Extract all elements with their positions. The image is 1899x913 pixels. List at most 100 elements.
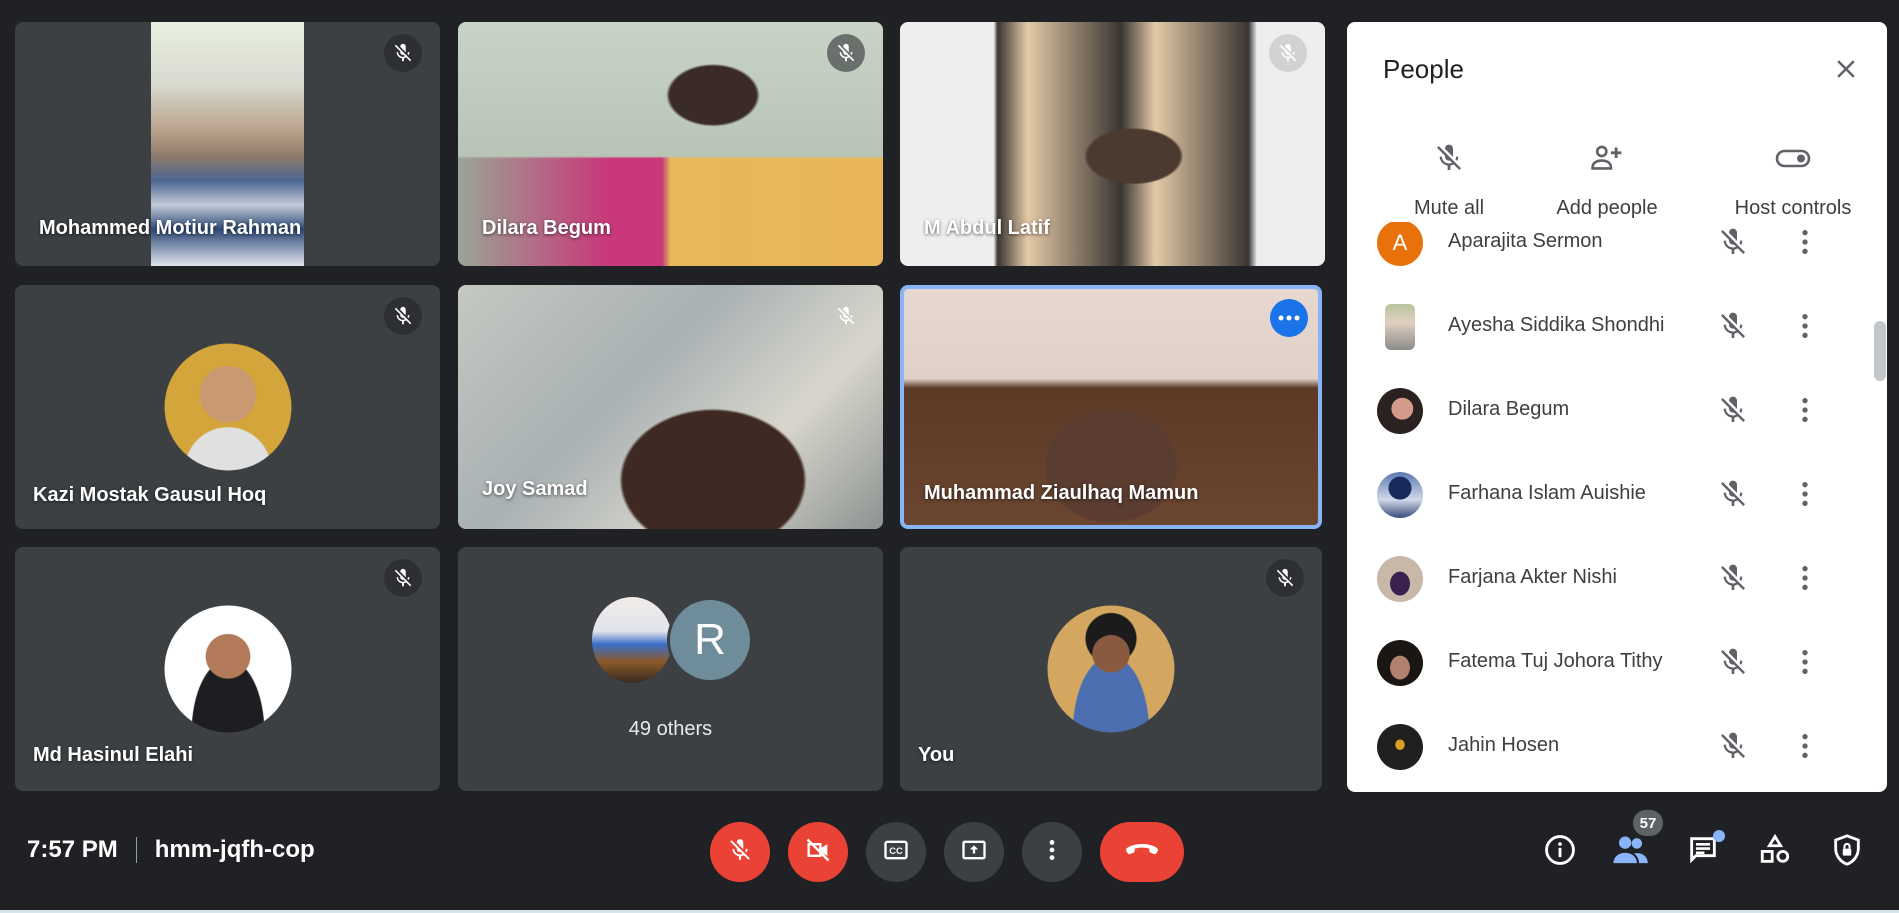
- mic-off-icon[interactable]: [1717, 226, 1749, 258]
- person-add-icon: [1590, 142, 1624, 179]
- self-tile[interactable]: You: [900, 547, 1322, 791]
- people-button[interactable]: [1613, 834, 1649, 870]
- participant-name: Mohammed Motiur Rahman: [39, 217, 302, 239]
- video-tile[interactable]: Md Hasinul Elahi: [15, 547, 440, 791]
- participant-avatar: [164, 343, 291, 471]
- participant-row[interactable]: Farhana Islam Auishie: [1347, 454, 1887, 538]
- mic-off-icon: [727, 837, 753, 868]
- mic-off-icon: [827, 297, 865, 335]
- more-vert-icon[interactable]: [1789, 394, 1821, 426]
- meeting-info: 7:57 PM hmm-jqfh-cop: [27, 836, 315, 864]
- more-vert-icon[interactable]: [1789, 310, 1821, 342]
- mic-off-icon: [384, 297, 422, 335]
- divider: [135, 837, 137, 863]
- participant-name: Joy Samad: [482, 478, 588, 500]
- participant-name: Fatema Tuj Johora Tithy: [1448, 650, 1663, 672]
- activities-button[interactable]: [1757, 833, 1793, 872]
- meeting-details-button[interactable]: [1542, 834, 1578, 870]
- participant-name: Dilara Begum: [1448, 398, 1570, 420]
- participant-row[interactable]: Dilara Begum: [1347, 370, 1887, 454]
- participant-avatar: [1377, 556, 1423, 602]
- more-vert-icon[interactable]: [1789, 562, 1821, 594]
- video-tile[interactable]: Joy Samad: [458, 285, 883, 529]
- participant-name: Aparajita Sermon: [1448, 230, 1603, 252]
- participant-row[interactable]: Fatema Tuj Johora Tithy: [1347, 622, 1887, 706]
- action-label: Host controls: [1734, 197, 1852, 219]
- mic-off-icon[interactable]: [1717, 478, 1749, 510]
- toggle-icon: [1775, 142, 1811, 179]
- mic-off-icon: [827, 34, 865, 72]
- participant-name: Kazi Mostak Gausul Hoq: [33, 484, 267, 506]
- participant-name: Muhammad Ziaulhaq Mamun: [924, 482, 1199, 504]
- others-tile[interactable]: R 49 others: [458, 547, 883, 791]
- current-time: 7:57 PM: [27, 836, 118, 863]
- host-controls-button[interactable]: Host controls: [1713, 142, 1873, 220]
- more-options-button[interactable]: [1022, 822, 1082, 882]
- closed-captions-icon: CC: [882, 836, 910, 869]
- participant-name: M Abdul Latif: [924, 217, 1050, 239]
- host-controls-button[interactable]: [1829, 833, 1865, 870]
- mic-off-icon: [1266, 559, 1304, 597]
- mic-off-icon[interactable]: [1717, 646, 1749, 678]
- participant-name: Md Hasinul Elahi: [33, 744, 194, 766]
- participant-name: Farjana Akter Nishi: [1448, 566, 1617, 588]
- participant-name: Farhana Islam Auishie: [1448, 482, 1646, 504]
- panel-scrollbar[interactable]: [1874, 321, 1886, 381]
- participant-row[interactable]: Farjana Akter Nishi: [1347, 538, 1887, 622]
- mute-all-button[interactable]: Mute all: [1389, 142, 1509, 220]
- participant-avatar: [1377, 640, 1423, 686]
- present-screen-button[interactable]: [944, 822, 1004, 882]
- more-vert-icon[interactable]: [1789, 226, 1821, 258]
- meeting-code[interactable]: hmm-jqfh-cop: [155, 836, 315, 864]
- mic-off-icon: [384, 559, 422, 597]
- close-icon[interactable]: [1831, 54, 1861, 84]
- avatar-initial: A: [1392, 230, 1408, 255]
- participant-avatar: [1377, 724, 1423, 770]
- action-label: Mute all: [1413, 197, 1485, 219]
- participant-name: Ayesha Siddika Shondhi: [1448, 314, 1665, 336]
- participant-avatar: [1385, 304, 1415, 350]
- video-tile[interactable]: Dilara Begum: [458, 22, 883, 266]
- present-to-all-icon: [959, 836, 989, 869]
- mic-off-icon[interactable]: [1717, 394, 1749, 426]
- participant-avatar: A: [1377, 222, 1423, 266]
- more-vert-icon[interactable]: [1789, 646, 1821, 678]
- leave-call-button[interactable]: [1100, 822, 1184, 882]
- panel-title: People: [1383, 54, 1464, 84]
- captions-button[interactable]: CC: [866, 822, 926, 882]
- more-vert-icon[interactable]: [1789, 730, 1821, 762]
- video-tile[interactable]: M Abdul Latif: [900, 22, 1325, 266]
- participant-row[interactable]: Jahin Hosen: [1347, 706, 1887, 790]
- participant-avatar: [1377, 472, 1423, 518]
- participant-avatar: [592, 597, 672, 683]
- participant-name: Jahin Hosen: [1448, 734, 1560, 756]
- others-count-label: 49 others: [628, 718, 713, 740]
- activities-icon: [1758, 833, 1792, 872]
- video-tile-active-speaker[interactable]: Muhammad Ziaulhaq Mamun: [900, 285, 1322, 529]
- participant-row[interactable]: A Aparajita Sermon: [1347, 222, 1887, 286]
- mic-off-icon[interactable]: [1717, 730, 1749, 762]
- more-options-button[interactable]: [1270, 299, 1308, 337]
- mic-off-icon: [1269, 34, 1307, 72]
- mic-off-icon: [1433, 142, 1465, 179]
- mic-off-icon[interactable]: [1717, 562, 1749, 594]
- participant-name: Dilara Begum: [482, 217, 611, 239]
- more-vert-icon: [1039, 837, 1065, 868]
- video-tile[interactable]: Mohammed Motiur Rahman: [15, 22, 440, 266]
- microphone-toggle-button[interactable]: [710, 822, 770, 882]
- people-panel: People Mute all Add people Host controls…: [1347, 22, 1887, 792]
- add-people-button[interactable]: Add people: [1527, 142, 1687, 220]
- self-avatar: [1047, 605, 1175, 733]
- mic-off-icon: [384, 34, 422, 72]
- more-vert-icon[interactable]: [1789, 478, 1821, 510]
- participant-name: You: [918, 744, 955, 766]
- svg-text:CC: CC: [889, 846, 903, 856]
- participant-list: A Aparajita Sermon Ayesha Siddika Shondh…: [1347, 222, 1887, 792]
- action-label: Add people: [1556, 197, 1658, 219]
- participant-row[interactable]: Ayesha Siddika Shondhi: [1347, 286, 1887, 370]
- info-icon: [1543, 833, 1577, 872]
- camera-toggle-button[interactable]: [788, 822, 848, 882]
- mic-off-icon[interactable]: [1717, 310, 1749, 342]
- people-icon: [1612, 833, 1650, 872]
- video-tile[interactable]: Kazi Mostak Gausul Hoq: [15, 285, 440, 529]
